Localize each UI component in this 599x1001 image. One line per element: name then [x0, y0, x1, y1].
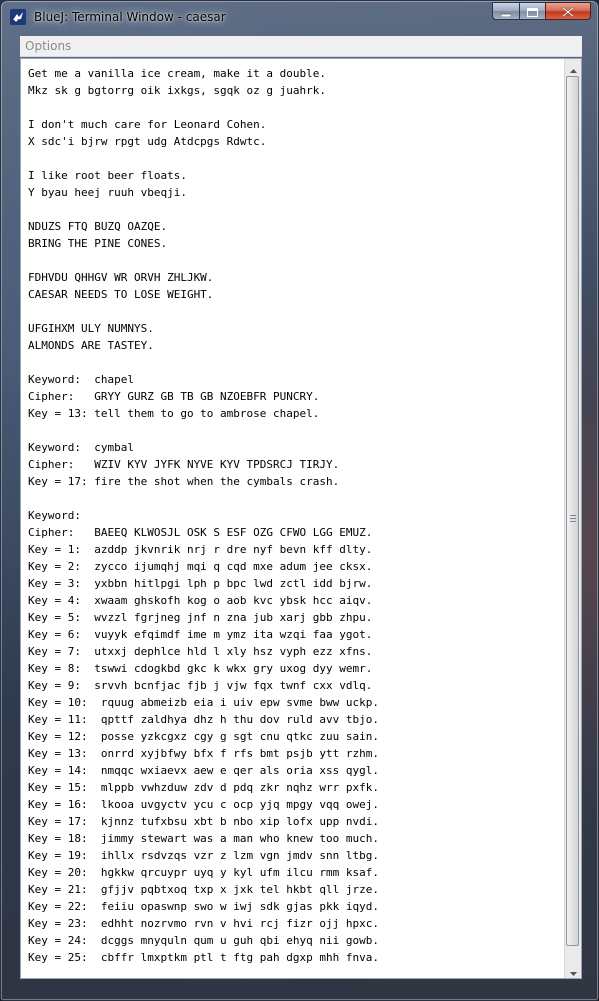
terminal-line: I don't much care for Leonard Cohen.: [28, 118, 267, 131]
terminal-line: CAESAR NEEDS TO LOSE WEIGHT.: [28, 288, 214, 301]
terminal-line: Key = 22: feiiu opaswnp swo w iwj sdk gj…: [28, 900, 379, 913]
terminal-line: UFGIHXM ULY NUMNYS.: [28, 322, 154, 335]
terminal-line: Cipher: GRYY GURZ GB TB GB NZOEBFR PUNCR…: [28, 390, 320, 403]
terminal-line: X sdc'i bjrw rpgt udg Atdcpgs Rdwtc.: [28, 135, 267, 148]
minimize-icon: [500, 2, 512, 21]
terminal-line: Key = 21: gfjjv pqbtxoq txp x jxk tel hk…: [28, 883, 379, 896]
terminal-line: Key = 3: yxbbn hitlpgi lph p bpc lwd zct…: [28, 577, 373, 590]
terminal-window: BlueJ: Terminal Window - caesar Options: [0, 0, 599, 1001]
minimize-button[interactable]: [492, 2, 519, 20]
close-icon: [561, 2, 575, 21]
terminal-line: NDUZS FTQ BUZQ OAZQE.: [28, 220, 168, 233]
terminal-line: Key = 13: tell them to go to ambrose cha…: [28, 407, 320, 420]
terminal-line: Key = 10: rquug abmeizb eia i uiv epw sv…: [28, 696, 379, 709]
maximize-icon: [527, 2, 538, 21]
terminal-line: Key = 4: xwaam ghskofh kog o aob kvc ybs…: [28, 594, 373, 607]
close-button[interactable]: [545, 2, 591, 20]
terminal-line: Key = 18: jimmy stewart was a man who kn…: [28, 832, 379, 845]
window-title: BlueJ: Terminal Window - caesar: [34, 10, 226, 24]
options-menu[interactable]: Options: [25, 38, 71, 54]
terminal-line: Key = 23: edhht nozrvmo rvn v hvi rcj fi…: [28, 917, 379, 930]
terminal-line: Cipher: BAEEQ KLWOSJL OSK S ESF OZG CFWO…: [28, 526, 373, 539]
terminal-line: I like root beer floats.: [28, 169, 187, 182]
terminal-line: Keyword:: [28, 509, 81, 522]
terminal-line: Key = 9: srvvh bcnfjac fjb j vjw fqx twn…: [28, 679, 373, 692]
terminal-line: Key = 13: onrrd xyjbfwy bfx f rfs bmt ps…: [28, 747, 379, 760]
maximize-button[interactable]: [519, 2, 545, 20]
scroll-down-button[interactable]: [565, 962, 581, 978]
caption-buttons: [492, 2, 591, 22]
terminal-line: Key = 2: zycco ijumqhj mqi q cqd mxe adu…: [28, 560, 373, 573]
terminal-line: Key = 25: cbffr lmxptkm ptl t ftg pah dg…: [28, 951, 379, 964]
terminal-line: FDHVDU QHHGV WR ORVH ZHLJKW.: [28, 271, 214, 284]
terminal-text: Get me a vanilla ice cream, make it a do…: [28, 65, 558, 966]
scroll-down-arrow-icon: [569, 961, 577, 980]
terminal-output-area[interactable]: Get me a vanilla ice cream, make it a do…: [20, 58, 582, 979]
title-bar[interactable]: BlueJ: Terminal Window - caesar: [1, 1, 598, 33]
terminal-line: Key = 15: mlppb vwhzduw zdv d pdq zkr nq…: [28, 781, 379, 794]
terminal-line: Y byau heej ruuh vbeqji.: [28, 186, 187, 199]
scroll-grip-icon: [570, 509, 576, 522]
terminal-line: Mkz sk g bgtorrg oik ixkgs, sgqk oz g ju…: [28, 84, 327, 97]
terminal-line: Key = 17: fire the shot when the cymbals…: [28, 475, 340, 488]
terminal-line: Key = 16: lkooa uvgyctv ycu c ocp yjq mp…: [28, 798, 379, 811]
terminal-line: Key = 7: utxxj dephlce hld l xly hsz vyp…: [28, 645, 373, 658]
terminal-line: ALMONDS ARE TASTEY.: [28, 339, 154, 352]
terminal-line: Cipher: WZIV KYV JYFK NYVE KYV TPDSRCJ T…: [28, 458, 340, 471]
terminal-line: Keyword: chapel: [28, 373, 134, 386]
terminal-line: BRING THE PINE CONES.: [28, 237, 168, 250]
terminal-line: Key = 19: ihllx rsdvzqs vzr z lzm vgn jm…: [28, 849, 379, 862]
terminal-line: Keyword: cymbal: [28, 441, 134, 454]
terminal-line: Key = 17: kjnnz tufxbsu xbt b nbo xip lo…: [28, 815, 379, 828]
terminal-line: Key = 8: tswwi cdogkbd gkc k wkx gry uxo…: [28, 662, 373, 675]
scroll-up-arrow-icon: [569, 58, 577, 77]
bluej-bird-icon[interactable]: [10, 9, 26, 25]
terminal-line: Get me a vanilla ice cream, make it a do…: [28, 67, 327, 80]
vertical-scrollbar[interactable]: [564, 59, 581, 978]
terminal-line: Key = 1: azddp jkvnrik nrj r dre nyf bev…: [28, 543, 373, 556]
scroll-thumb[interactable]: [566, 76, 579, 946]
terminal-line: Key = 20: hgkkw qrcuypr uyq y kyl ufm il…: [28, 866, 379, 879]
terminal-line: Key = 11: qpttf zaldhya dhz h thu dov ru…: [28, 713, 379, 726]
terminal-line: Key = 14: nmqqc wxiaevx aew e qer als or…: [28, 764, 379, 777]
terminal-line: Key = 24: dcggs mnyquln qum u guh qbi eh…: [28, 934, 379, 947]
terminal-line: Key = 12: posse yzkcgxz cgy g sgt cnu qt…: [28, 730, 379, 743]
scroll-up-button[interactable]: [565, 59, 581, 75]
terminal-line: Key = 6: vuyyk efqimdf ime m ymz ita wzq…: [28, 628, 373, 641]
terminal-line: Key = 5: wvzzl fgrjneg jnf n zna jub xar…: [28, 611, 373, 624]
menu-bar: Options: [20, 36, 582, 57]
